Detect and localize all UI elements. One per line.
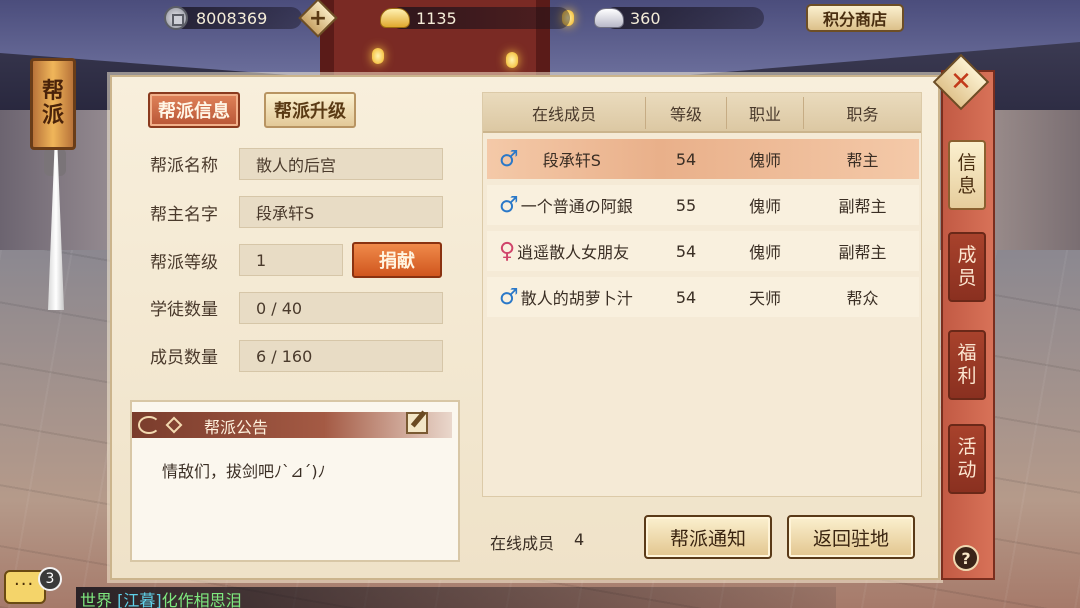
member-name: 散人的胡萝卜汁 bbox=[520, 289, 633, 308]
header-class: 职业 bbox=[748, 105, 781, 124]
coin-icon bbox=[164, 6, 188, 30]
side-tab-welfare[interactable]: 福利 bbox=[948, 330, 986, 400]
apprentice-count-field: 0 / 40 bbox=[239, 292, 443, 324]
table-row[interactable]: ♂ 散人的胡萝卜汁 54 天师 帮众 bbox=[487, 277, 919, 317]
table-row[interactable]: ♂ 一个普通の阿銀 55 傀师 副帮主 bbox=[487, 185, 919, 225]
cloud-swirl-icon bbox=[138, 416, 160, 434]
member-name: 段承轩S bbox=[542, 151, 601, 170]
side-tab-activity[interactable]: 活动 bbox=[948, 424, 986, 494]
silver-ingot-icon bbox=[594, 8, 624, 28]
notice-header: 帮派公告 bbox=[132, 412, 452, 438]
guild-notify-button[interactable]: 帮派通知 bbox=[644, 515, 772, 559]
donate-button[interactable]: 捐献 bbox=[352, 242, 442, 278]
close-icon: ✕ bbox=[950, 67, 972, 97]
chat-user: [江暮] bbox=[117, 591, 162, 608]
member-level: 54 bbox=[675, 149, 697, 169]
leader-name-field: 段承轩S bbox=[239, 196, 443, 228]
tab-guild-upgrade[interactable]: 帮派升级 bbox=[264, 92, 356, 128]
online-members-label: 在线成员 bbox=[490, 534, 555, 553]
side-tab-info[interactable]: 信息 bbox=[948, 140, 986, 210]
table-row[interactable]: ♀ 逍遥散人女朋友 54 傀师 副帮主 bbox=[487, 231, 919, 271]
member-role: 帮主 bbox=[846, 151, 879, 170]
chat-channel: 世界 bbox=[80, 591, 113, 608]
member-level: 55 bbox=[675, 195, 697, 215]
guild-banner: 帮 派 bbox=[30, 58, 76, 150]
member-count-label: 成员数量 bbox=[150, 347, 218, 368]
female-icon: ♀ bbox=[499, 238, 516, 264]
guild-name-label: 帮派名称 bbox=[150, 155, 218, 176]
member-class: 傀师 bbox=[748, 151, 781, 170]
header-level: 等级 bbox=[669, 105, 702, 124]
lantern bbox=[506, 52, 518, 68]
online-members-count: 4 bbox=[574, 530, 585, 549]
guild-level-field: 1 bbox=[239, 244, 343, 276]
member-level: 54 bbox=[675, 241, 697, 261]
edit-notice-icon[interactable] bbox=[406, 412, 428, 434]
apprentice-count-label: 学徒数量 bbox=[150, 299, 218, 320]
member-name: 逍遥散人女朋友 bbox=[517, 243, 630, 262]
silver-ingot-currency: 360 bbox=[594, 5, 774, 31]
header-online-member: 在线成员 bbox=[531, 105, 596, 124]
member-table: 在线成员 等级 职业 职务 ♂ 段承轩S 54 傀师 帮主 ♂ 一个普通の阿銀 … bbox=[482, 92, 922, 497]
return-base-button[interactable]: 返回驻地 bbox=[787, 515, 915, 559]
side-tab-members[interactable]: 成员 bbox=[948, 232, 986, 302]
guild-level-label: 帮派等级 bbox=[150, 252, 218, 273]
chat-unread-badge: 3 bbox=[38, 567, 62, 591]
leader-name-label: 帮主名字 bbox=[150, 204, 218, 225]
guild-notice: 帮派公告 情敌们，拔剑吧ﾉ`⊿´)ﾉ bbox=[130, 400, 460, 562]
silver-ingot-amount: 360 bbox=[630, 8, 661, 28]
notice-title: 帮派公告 bbox=[204, 418, 269, 437]
tab-guild-info[interactable]: 帮派信息 bbox=[148, 92, 240, 128]
member-class: 傀师 bbox=[748, 243, 781, 262]
member-count-field: 6 / 160 bbox=[239, 340, 443, 372]
member-class: 天师 bbox=[748, 289, 781, 308]
member-role: 副帮主 bbox=[838, 243, 887, 262]
member-role: 副帮主 bbox=[838, 197, 887, 216]
coin-currency: 8008369 bbox=[164, 5, 304, 31]
coin-amount: 8008369 bbox=[196, 8, 268, 28]
member-class: 傀师 bbox=[748, 197, 781, 216]
table-row[interactable]: ♂ 段承轩S 54 傀师 帮主 bbox=[487, 139, 919, 179]
help-button[interactable]: ? bbox=[953, 545, 979, 571]
header-role: 职务 bbox=[846, 105, 879, 124]
member-role: 帮众 bbox=[846, 289, 879, 308]
member-name: 一个普通の阿銀 bbox=[520, 197, 633, 216]
chat-message[interactable]: 世界 [江暮]化作相思泪 bbox=[80, 587, 242, 608]
guild-name-field: 散人的后宫 bbox=[239, 148, 443, 180]
table-header: 在线成员 等级 职业 职务 bbox=[483, 93, 921, 133]
male-icon: ♂ bbox=[499, 146, 519, 172]
add-currency-button[interactable]: + bbox=[298, 0, 338, 38]
gold-ingot-icon bbox=[380, 8, 410, 28]
currency-bar: 8008369 + 1135 360 积分商店 bbox=[0, 0, 1080, 38]
chat-text: 化作相思泪 bbox=[161, 591, 242, 608]
gold-ingot-currency: 1135 bbox=[380, 5, 580, 31]
member-level: 54 bbox=[675, 287, 697, 307]
diamond-icon bbox=[165, 416, 183, 434]
points-shop-button[interactable]: 积分商店 bbox=[806, 4, 904, 32]
male-icon: ♂ bbox=[499, 284, 519, 310]
male-icon: ♂ bbox=[499, 192, 519, 218]
lantern bbox=[372, 48, 384, 64]
gold-ingot-amount: 1135 bbox=[416, 8, 457, 28]
notice-text: 情敌们，拔剑吧ﾉ`⊿´)ﾉ bbox=[162, 462, 326, 481]
